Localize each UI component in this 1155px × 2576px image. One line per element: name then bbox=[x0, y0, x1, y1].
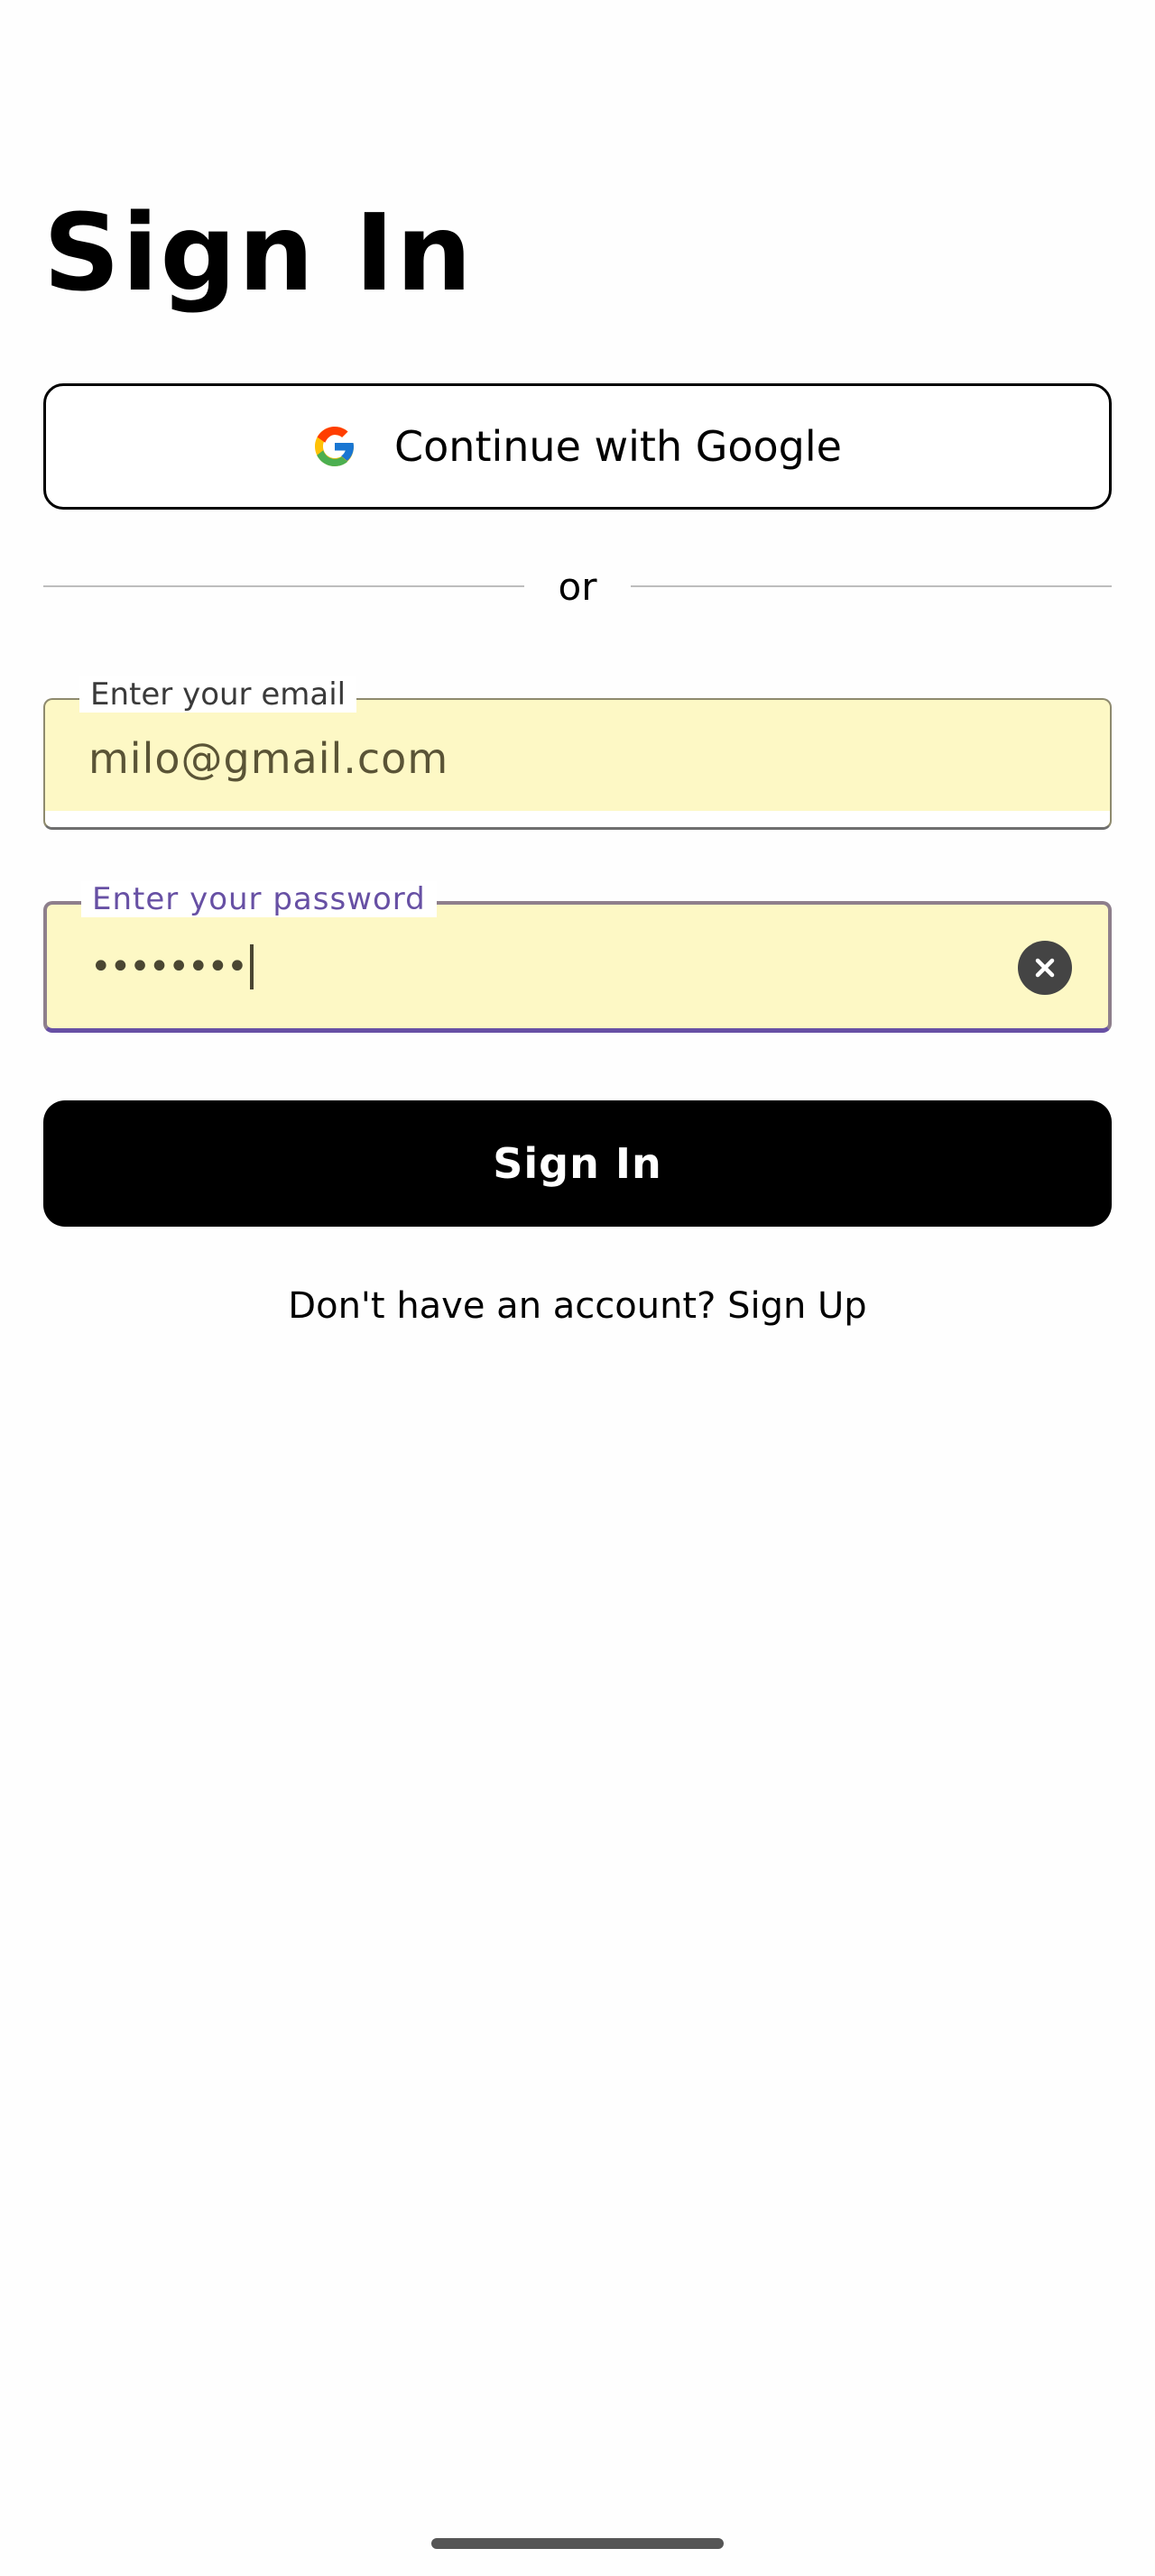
continue-with-google-button[interactable]: Continue with Google bbox=[43, 383, 1112, 510]
or-divider: or bbox=[43, 559, 1112, 613]
home-indicator[interactable] bbox=[431, 2538, 724, 2549]
sign-in-button[interactable]: Sign In bbox=[43, 1100, 1112, 1227]
signup-prompt: Don't have an account? Sign Up bbox=[0, 1279, 1155, 1333]
email-input[interactable] bbox=[88, 734, 991, 783]
divider-line-left bbox=[43, 585, 524, 587]
password-input[interactable]: •••••••• bbox=[90, 944, 254, 989]
signup-prompt-text: Don't have an account? bbox=[288, 1285, 716, 1327]
email-field-underline bbox=[45, 811, 1110, 827]
divider-line-right bbox=[631, 585, 1112, 587]
password-masked-value: •••••••• bbox=[90, 946, 248, 988]
sign-in-screen: Sign In Continue with Google or Enter yo… bbox=[0, 0, 1155, 2576]
divider-text: or bbox=[558, 564, 597, 609]
sign-up-link[interactable]: Sign Up bbox=[727, 1285, 867, 1327]
google-button-label: Continue with Google bbox=[394, 422, 842, 471]
password-field[interactable]: Enter your password •••••••• bbox=[43, 881, 1112, 1033]
email-field[interactable]: Enter your email bbox=[43, 676, 1112, 830]
google-icon bbox=[313, 425, 356, 468]
page-title: Sign In bbox=[43, 190, 474, 315]
password-field-label: Enter your password bbox=[81, 881, 437, 917]
email-field-label: Enter your email bbox=[79, 676, 357, 713]
close-circle-icon bbox=[1031, 954, 1058, 981]
text-caret bbox=[249, 944, 254, 989]
clear-password-button[interactable] bbox=[1018, 941, 1072, 995]
